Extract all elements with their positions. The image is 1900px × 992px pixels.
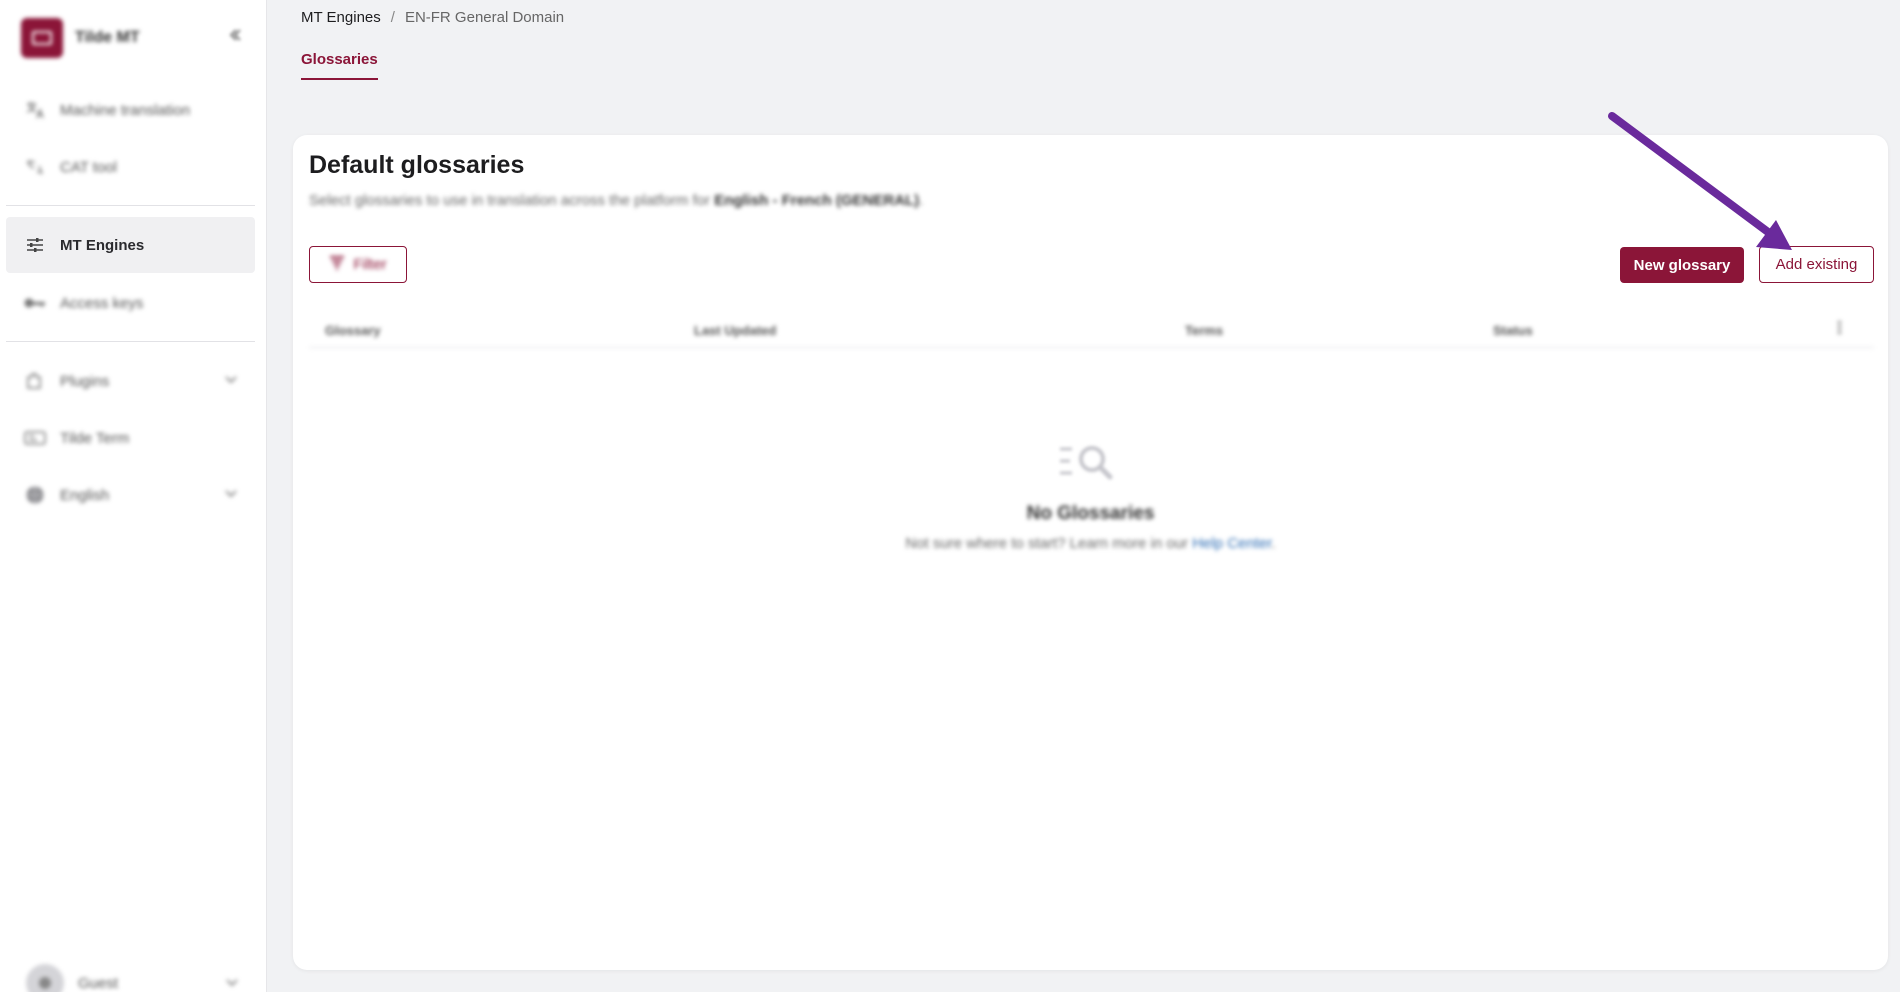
table-header: Glossary Last Updated Terms Status <box>309 311 1874 348</box>
avatar <box>26 964 64 992</box>
more-options-icon[interactable] <box>1838 319 1842 336</box>
page-title: Default glossaries <box>309 151 525 179</box>
empty-state-title: No Glossaries <box>1026 503 1155 524</box>
column-header-status[interactable]: Status <box>1493 323 1533 338</box>
sidebar-item-machine-translation[interactable]: Machine translation <box>6 82 255 138</box>
glossaries-card: Default glossaries Select glossaries to … <box>293 135 1888 970</box>
breadcrumb-separator: / <box>390 9 395 26</box>
translate-icon <box>24 100 46 120</box>
sidebar-item-mt-engines[interactable]: MT Engines <box>6 217 255 273</box>
sidebar-item-language[interactable]: English <box>6 467 255 523</box>
filter-icon <box>329 255 345 274</box>
filter-button[interactable]: Filter <box>309 246 407 283</box>
column-header-glossary[interactable]: Glossary <box>325 323 381 338</box>
chevron-down-icon <box>225 373 237 387</box>
sidebar-item-access-keys[interactable]: Access keys <box>6 275 255 331</box>
add-existing-button[interactable]: Add existing <box>1759 246 1874 283</box>
sidebar: Tilde MT Machine translation CAT tool MT… <box>0 0 267 992</box>
empty-state-text: Not sure where to start? Learn more in o… <box>905 535 1276 552</box>
breadcrumb: MT Engines / EN-FR General Domain <box>301 9 564 26</box>
user-menu[interactable]: Guest <box>26 964 238 992</box>
tab-glossaries[interactable]: Glossaries <box>301 51 378 80</box>
breadcrumb-root[interactable]: MT Engines <box>301 9 381 26</box>
collapse-sidebar-icon[interactable] <box>228 28 242 42</box>
column-header-terms[interactable]: Terms <box>1185 323 1223 338</box>
sidebar-divider <box>6 205 255 206</box>
sliders-icon <box>24 235 46 255</box>
brand-logo <box>21 18 63 58</box>
card-subtitle: Select glossaries to use in translation … <box>309 192 924 209</box>
sidebar-item-tilde-term[interactable]: Tilde Term <box>6 410 255 466</box>
brand-name: Tilde MT <box>75 29 140 46</box>
chevron-down-icon <box>226 976 238 990</box>
brand[interactable]: Tilde MT <box>21 18 140 58</box>
search-list-icon <box>1060 446 1113 480</box>
breadcrumb-current: EN-FR General Domain <box>404 9 565 26</box>
sidebar-item-cat-tool[interactable]: CAT tool <box>6 139 255 195</box>
cat-tool-icon <box>24 157 46 177</box>
sidebar-item-plugins[interactable]: Plugins <box>6 353 255 409</box>
column-header-last-updated[interactable]: Last Updated <box>694 323 776 338</box>
term-icon <box>24 428 46 448</box>
plugin-icon <box>24 371 46 391</box>
help-center-link[interactable]: Help Center <box>1192 535 1271 552</box>
sidebar-divider <box>6 341 255 342</box>
new-glossary-button[interactable]: New glossary <box>1620 247 1744 283</box>
user-name: Guest <box>78 974 119 992</box>
chevron-down-icon <box>225 487 237 501</box>
key-icon <box>24 293 46 313</box>
globe-icon <box>24 485 46 505</box>
